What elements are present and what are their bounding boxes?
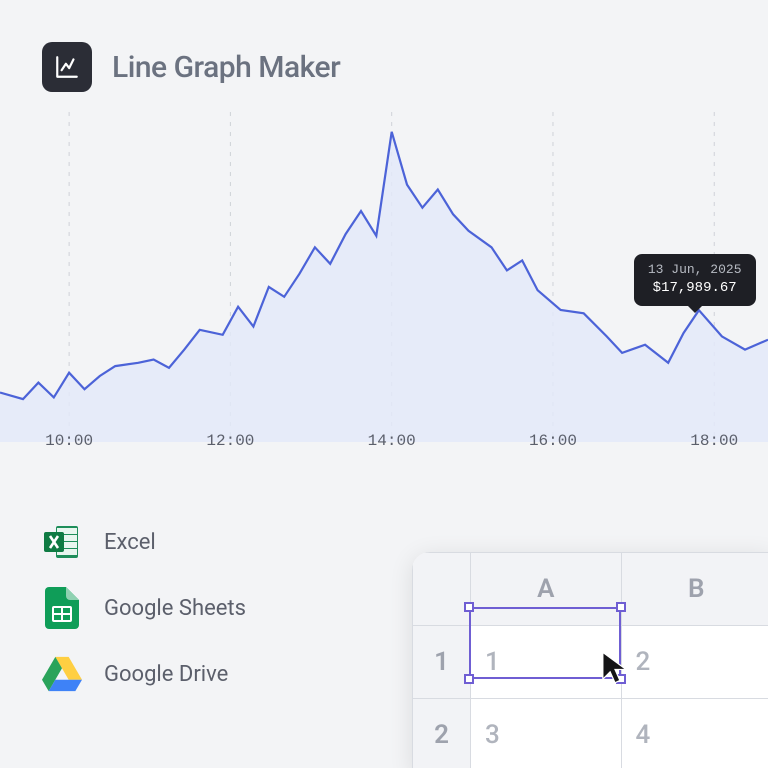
google-sheets-icon (42, 588, 82, 628)
line-chart-icon (42, 42, 92, 92)
selection-handle[interactable] (464, 602, 474, 612)
cursor-icon (600, 650, 630, 688)
header: Line Graph Maker (42, 42, 340, 92)
sheet-corner[interactable] (413, 553, 471, 626)
x-tick-label: 18:00 (690, 432, 738, 450)
x-axis-labels: 10:00 12:00 14:00 16:00 18:00 (0, 432, 768, 456)
col-header-b[interactable]: B (621, 553, 768, 626)
chart-tooltip: 13 Jun, 2025 $17,989.67 (634, 254, 756, 305)
integration-excel[interactable]: Excel (42, 522, 246, 562)
spreadsheet-preview[interactable]: A B 1 1 2 2 3 4 (412, 552, 768, 768)
cell-b2[interactable]: 4 (621, 699, 768, 768)
integration-label: Excel (104, 530, 156, 555)
row-header-1[interactable]: 1 (413, 626, 471, 699)
x-tick-label: 16:00 (529, 432, 577, 450)
selection-handle[interactable] (616, 602, 626, 612)
x-tick-label: 12:00 (206, 432, 254, 450)
google-drive-icon (42, 654, 82, 694)
tooltip-date: 13 Jun, 2025 (648, 261, 742, 279)
cell-a1[interactable]: 1 (471, 626, 622, 699)
integration-label: Google Sheets (104, 596, 246, 621)
excel-icon (42, 522, 82, 562)
cell-a2[interactable]: 3 (471, 699, 622, 768)
cell-b1[interactable]: 2 (621, 626, 768, 699)
x-tick-label: 14:00 (368, 432, 416, 450)
col-header-a[interactable]: A (471, 553, 622, 626)
integration-google-drive[interactable]: Google Drive (42, 654, 246, 694)
x-tick-label: 10:00 (45, 432, 93, 450)
integration-list: Excel Google Sheets Google Drive (42, 522, 246, 694)
integration-label: Google Drive (104, 662, 228, 687)
integration-google-sheets[interactable]: Google Sheets (42, 588, 246, 628)
tooltip-value: $17,989.67 (648, 279, 742, 298)
page-title: Line Graph Maker (112, 50, 340, 85)
row-header-2[interactable]: 2 (413, 699, 471, 768)
selection-handle[interactable] (464, 674, 474, 684)
